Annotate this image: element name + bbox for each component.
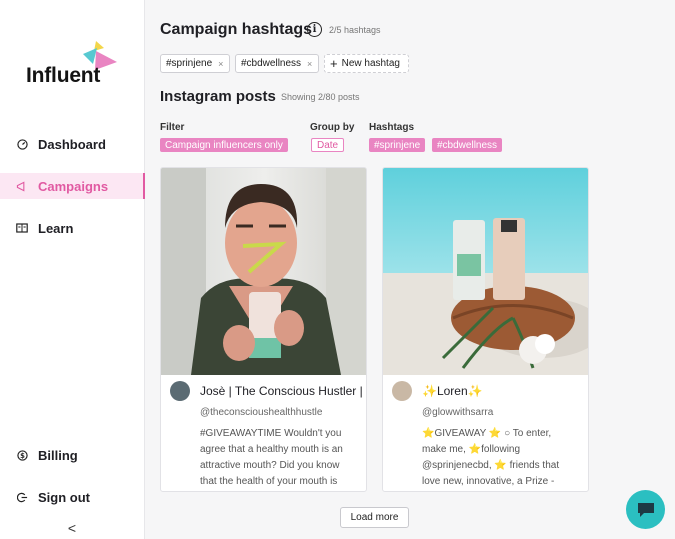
hashtag-chip: #sprinjene × [160,54,230,73]
post-caption: ⭐GIVEAWAY ⭐ ○ To enter, make me, ⭐follow… [422,428,560,487]
hashtag-chip-label: #sprinjene [166,58,213,69]
remove-hashtag-icon[interactable]: × [307,59,312,69]
sidebar-item-billing[interactable]: $ Billing [0,442,145,468]
chat-button[interactable] [626,490,665,529]
sidebar-item-label: Learn [38,220,74,236]
new-hashtag-button[interactable]: + New hashtag [324,54,409,73]
chat-bubble-icon [637,502,654,517]
filter-label: Filter [160,122,185,133]
sidebar-item-label: Campaigns [38,178,109,194]
hashtag-filter-tag[interactable]: #cbdwellness [432,138,503,152]
dollar-coin-icon: $ [16,449,28,461]
post-author: Josè | The Conscious Hustler | [200,384,363,398]
sidebar-item-label: Sign out [38,489,90,505]
campaign-hashtags-title: Campaign hashtags [160,21,313,38]
posts-count: Showing 2/80 posts [281,92,360,102]
sidebar: Influent Dashboard Campaigns Learn $ Bil… [0,0,145,539]
influent-logo[interactable]: Influent [26,40,126,87]
sidebar-item-label: Dashboard [38,136,106,152]
instagram-posts-title: Instagram posts [160,88,276,105]
remove-hashtag-icon[interactable]: × [218,59,223,69]
post-card[interactable]: ✨Loren✨ @glowwithsarra ⭐GIVEAWAY ⭐ ○ To … [382,167,589,492]
collapse-sidebar-button[interactable]: < [64,520,80,536]
hashtag-chip: #cbdwellness × [235,54,319,73]
post-image [161,168,366,375]
hashtag-filter-tag[interactable]: #sprinjene [369,138,426,152]
book-icon [16,222,28,234]
plus-icon: + [330,56,338,71]
group-by-label: Group by [310,122,355,133]
megaphone-icon [16,180,28,192]
hashtags-label: Hashtags [369,122,415,133]
filter-tag[interactable]: Campaign influencers only [160,138,288,152]
hashtag-chip-label: #cbdwellness [241,58,302,69]
post-caption: #GIVEAWAYTIME Wouldn't you agree that a … [200,428,343,487]
group-by-tag[interactable]: Date [311,138,345,152]
sidebar-item-sign-out[interactable]: Sign out [0,484,145,510]
avatar [392,381,412,401]
new-hashtag-label: New hashtag [341,58,400,69]
sidebar-item-learn[interactable]: Learn [0,215,145,241]
post-image [383,168,588,375]
post-handle: @theconscioushealthhustle [200,407,323,418]
sidebar-item-dashboard[interactable]: Dashboard [0,131,145,157]
post-author: ✨Loren✨ [422,384,483,398]
avatar [170,381,190,401]
load-more-button[interactable]: Load more [340,507,409,528]
info-icon[interactable]: i [307,22,322,37]
post-card[interactable]: Josè | The Conscious Hustler | @theconsc… [160,167,367,492]
svg-text:$: $ [20,451,25,459]
post-handle: @glowwithsarra [422,407,494,418]
sidebar-item-label: Billing [38,447,78,463]
speedometer-icon [16,138,28,150]
hashtag-count: 2/5 hashtags [329,25,381,35]
logo-text: Influent [26,64,101,87]
sidebar-item-campaigns[interactable]: Campaigns [0,173,145,199]
main-content: Campaign hashtags i 2/5 hashtags #sprinj… [145,0,675,539]
sign-out-icon [16,491,28,503]
